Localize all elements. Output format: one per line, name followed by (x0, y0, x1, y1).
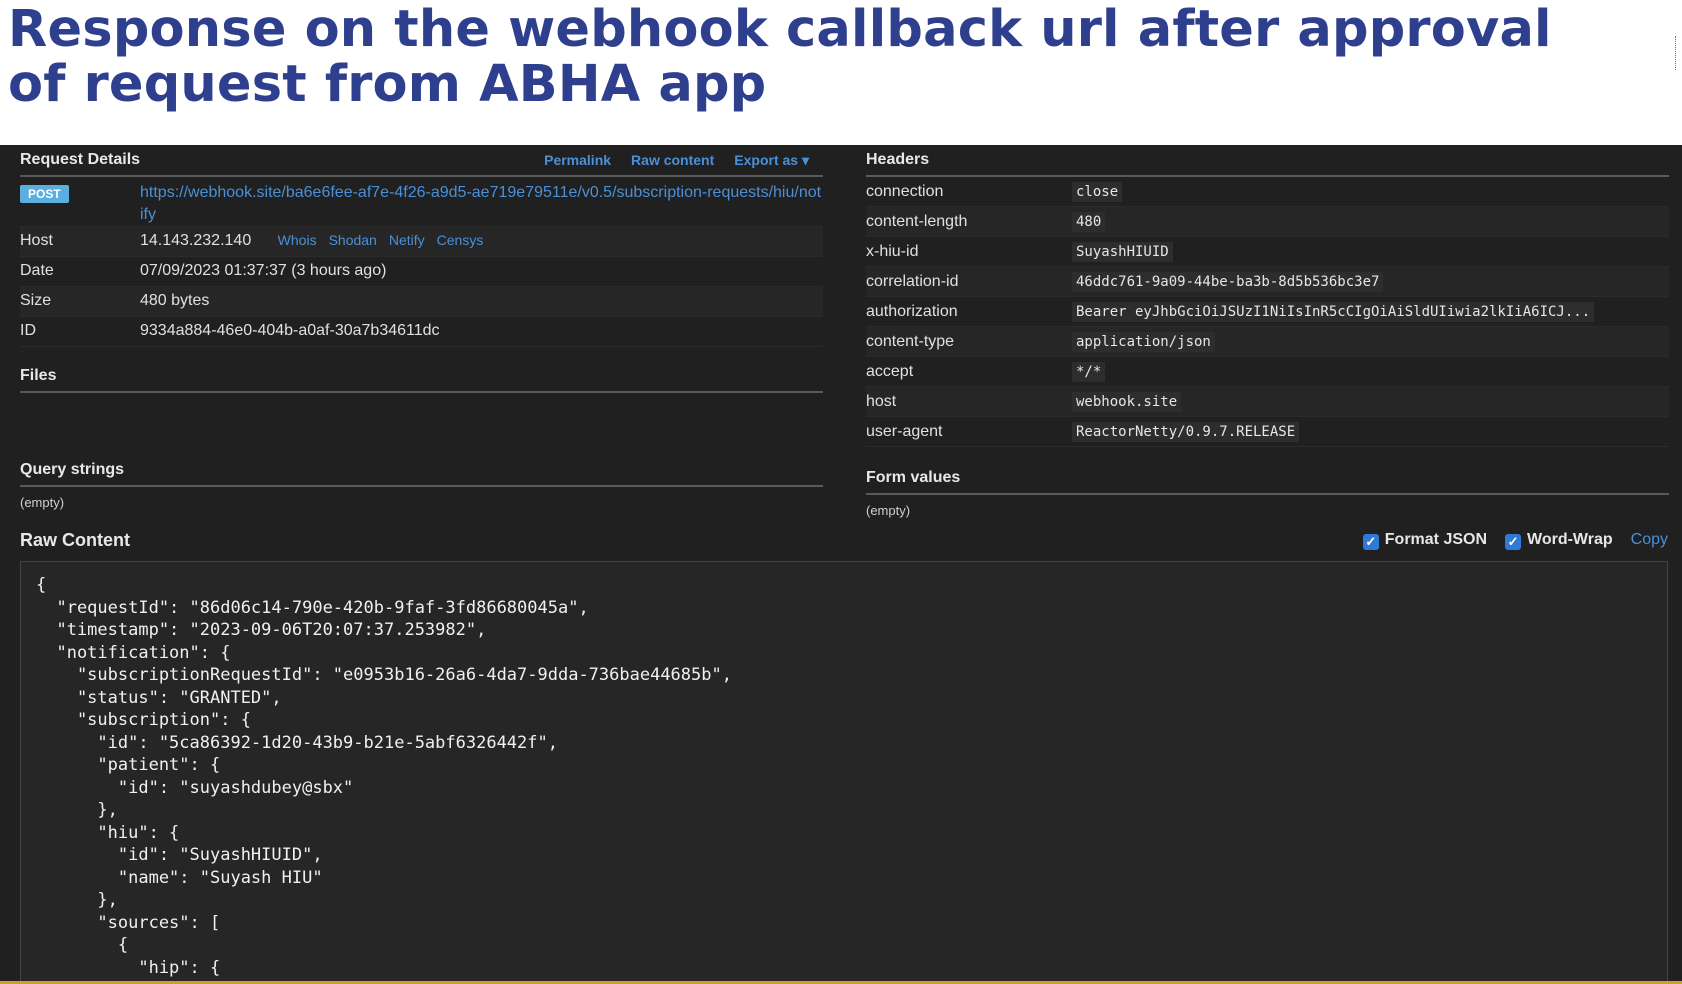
table-row: Size 480 bytes (20, 287, 823, 317)
copy-button[interactable]: Copy (1631, 531, 1668, 549)
header-value: */* (1072, 361, 1106, 382)
word-wrap-label: Word-Wrap (1527, 530, 1613, 548)
method-badge: POST (20, 185, 69, 203)
header-value: 46ddc761-9a09-44be-ba3b-8d5b536bc3e7 (1072, 271, 1384, 292)
word-wrap-toggle[interactable]: ✓ Word-Wrap (1505, 531, 1613, 550)
header-name: host (866, 392, 897, 410)
query-strings-value: (empty) (20, 495, 65, 510)
form-values-header: Form values (866, 463, 1669, 495)
request-panel: Request Details Permalink Raw content Ex… (20, 145, 823, 517)
request-details-title: Request Details (20, 151, 141, 168)
query-strings-header: Query strings (20, 455, 823, 487)
header-row: accept */* (866, 357, 1669, 387)
table-row: POST https://webhook.site/ba6e6fee-af7e-… (20, 177, 823, 227)
header-name: authorization (866, 302, 958, 320)
files-area (20, 393, 823, 455)
raw-content-header: Raw Content ✓ Format JSON ✓ Word-Wrap Copy (20, 525, 1668, 555)
raw-content-box[interactable]: { "requestId": "86d06c14-790e-420b-9faf-… (20, 561, 1668, 984)
whois-link[interactable]: Whois (278, 232, 317, 248)
header-name: correlation-id (866, 272, 959, 290)
host-value: 14.143.232.140 (140, 232, 252, 249)
header-value: ReactorNetty/0.9.7.RELEASE (1072, 421, 1300, 442)
headers-header: Headers (866, 145, 1669, 177)
header-row: connection close (866, 177, 1669, 207)
header-row: correlation-id 46ddc761-9a09-44be-ba3b-8d… (866, 267, 1669, 297)
censys-link[interactable]: Censys (437, 232, 484, 248)
raw-content-title: Raw Content (20, 529, 130, 550)
checkbox-checked-icon[interactable]: ✓ (1362, 533, 1379, 550)
header-value: 480 (1072, 211, 1106, 232)
export-as-dropdown[interactable]: Export as ▾ (734, 152, 809, 169)
format-json-toggle[interactable]: ✓ Format JSON (1362, 530, 1488, 550)
form-values-value: (empty) (866, 503, 911, 518)
header-row: x-hiu-id SuyashHIUID (866, 237, 1669, 267)
host-label: Host (20, 232, 53, 249)
header-name: content-length (866, 212, 968, 230)
request-details-table: POST https://webhook.site/ba6e6fee-af7e-… (20, 177, 823, 347)
request-details-header: Request Details Permalink Raw content Ex… (20, 145, 823, 177)
request-actions: Permalink Raw content Export as ▾ (544, 152, 823, 169)
json-code: { "requestId": "86d06c14-790e-420b-9faf-… (36, 575, 732, 978)
id-label: ID (20, 322, 36, 339)
date-label: Date (20, 262, 54, 279)
header-name: content-type (866, 332, 955, 350)
header-name: accept (866, 362, 914, 380)
checkbox-checked-icon[interactable]: ✓ (1505, 533, 1522, 550)
permalink-link[interactable]: Permalink (544, 152, 611, 169)
size-value: 480 bytes (140, 292, 210, 309)
slide-title: Response on the webhook callback url aft… (8, 0, 1552, 114)
table-row: Date 07/09/2023 01:37:37 (3 hours ago) (20, 257, 823, 287)
host-lookup-links: Whois Shodan Netify Censys (278, 232, 484, 248)
headers-table: connection close content-length 480 x-hiu-id… (866, 177, 1669, 447)
header-value: webhook.site (1072, 391, 1182, 412)
decorative-mark (1675, 36, 1682, 70)
shodan-link[interactable]: Shodan (329, 232, 377, 248)
header-name: user-agent (866, 422, 943, 440)
webhook-screenshot: Request Details Permalink Raw content Ex… (0, 145, 1682, 984)
raw-content-options: ✓ Format JSON ✓ Word-Wrap Copy (1362, 530, 1668, 550)
query-strings-title: Query strings (20, 461, 125, 478)
header-row: authorization Bearer eyJhbGciOiJSUzI1NiIs… (866, 297, 1669, 327)
raw-content-link[interactable]: Raw content (631, 152, 714, 169)
files-header: Files (20, 361, 823, 393)
header-name: connection (866, 182, 944, 200)
date-value: 07/09/2023 01:37:37 (3 hours ago) (140, 262, 387, 279)
header-row: user-agent ReactorNetty/0.9.7.RELEASE (866, 417, 1669, 447)
headers-panel: Headers connection close content-length 480… (866, 145, 1669, 525)
files-title: Files (20, 367, 57, 384)
table-row: Host 14.143.232.140 Whois Shodan Netify … (20, 227, 823, 257)
request-url-link[interactable]: https://webhook.site/ba6e6fee-af7e-4f26-… (140, 177, 823, 226)
form-values-title: Form values (866, 469, 961, 486)
header-row: content-type application/json (866, 327, 1669, 357)
format-json-label: Format JSON (1384, 530, 1488, 548)
id-value: 9334a884-46e0-404b-a0af-30a7b34611dc (140, 322, 440, 339)
header-value: application/json (1072, 331, 1215, 352)
netify-link[interactable]: Netify (389, 232, 425, 248)
header-row: host webhook.site (866, 387, 1669, 417)
header-value: Bearer eyJhbGciOiJSUzI1NiIsInR5cCIgOiAiS… (1072, 301, 1595, 322)
header-value: SuyashHIUID (1072, 241, 1173, 262)
headers-title: Headers (866, 151, 930, 168)
header-value: close (1072, 181, 1123, 202)
table-row: ID 9334a884-46e0-404b-a0af-30a7b34611dc (20, 317, 823, 347)
size-label: Size (20, 292, 52, 309)
header-row: content-length 480 (866, 207, 1669, 237)
header-name: x-hiu-id (866, 242, 919, 260)
